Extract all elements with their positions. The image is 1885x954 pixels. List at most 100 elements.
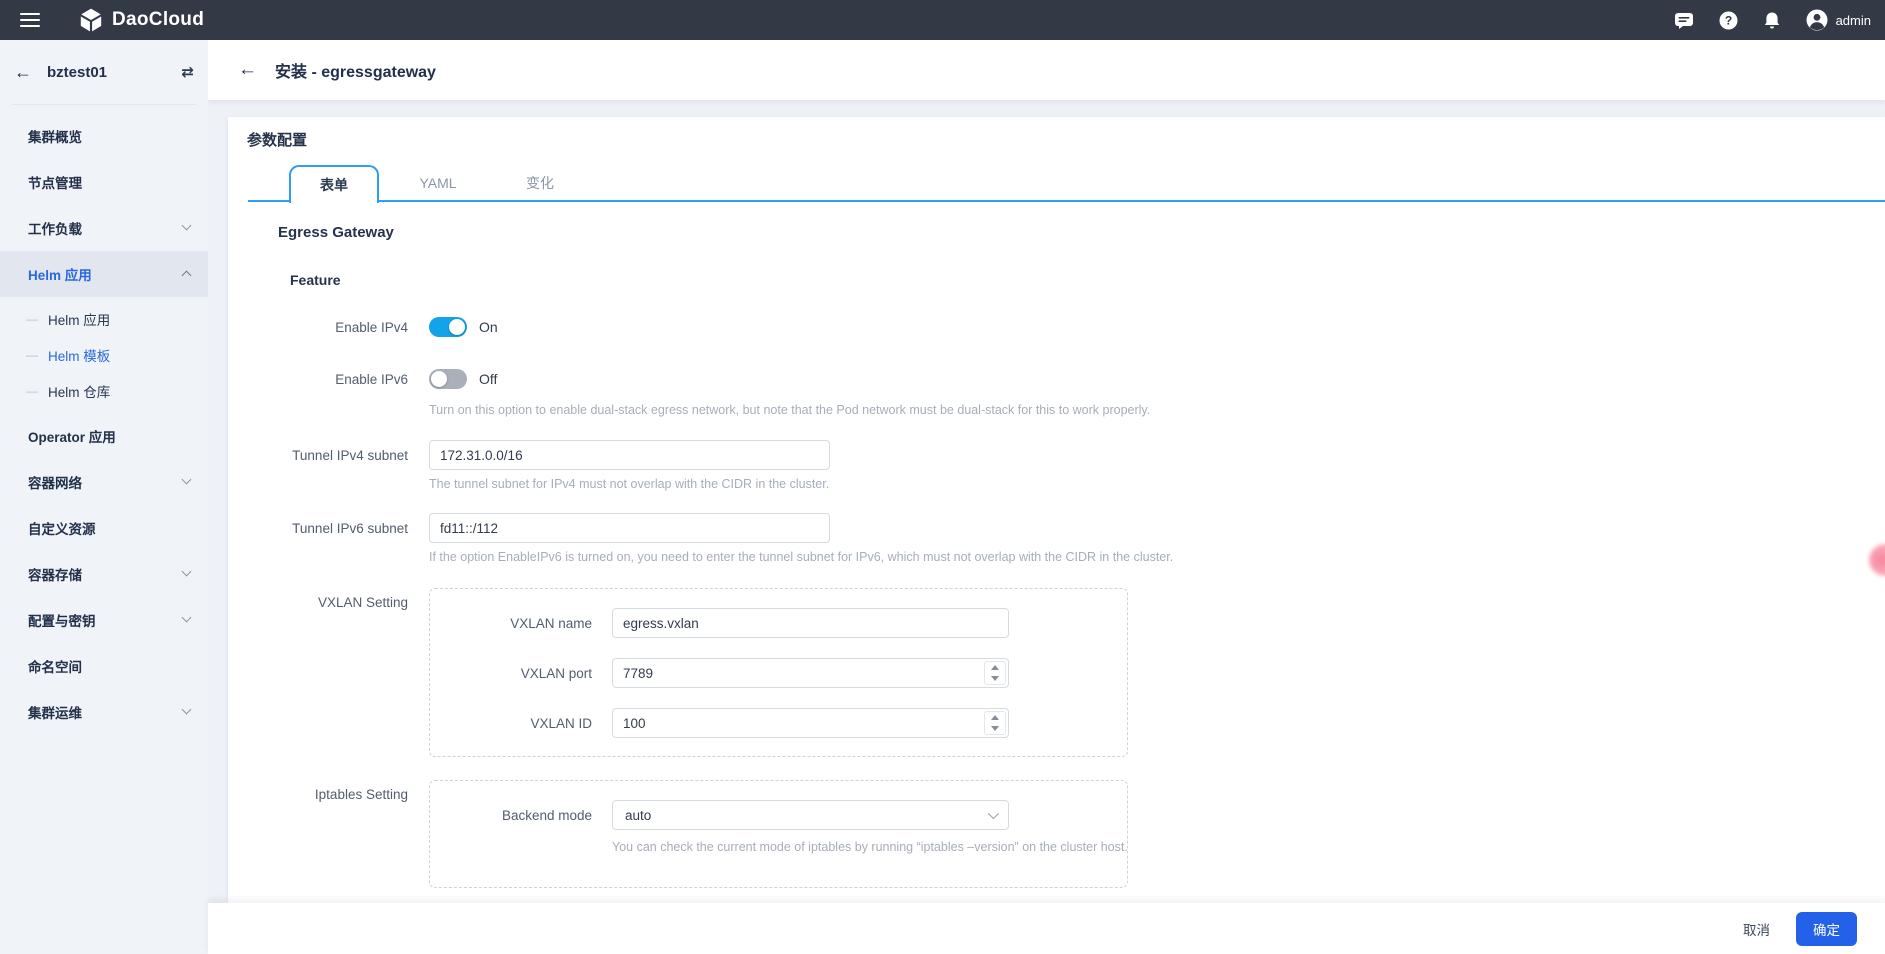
row-tunnel-ipv4: Tunnel IPv4 subnet — [228, 440, 1865, 470]
enable-ipv6-label: Enable IPv6 — [335, 371, 408, 387]
spinner-down-icon[interactable] — [985, 673, 1005, 684]
action-bar: 取消 确定 — [208, 903, 1885, 954]
sidebar-item-label: 集群运维 — [28, 706, 82, 721]
sidebar-item-label: 容器存储 — [28, 568, 82, 583]
chevron-down-icon — [181, 474, 192, 485]
vxlan-port-input[interactable] — [612, 658, 1009, 688]
config-panel: 参数配置 表单 YAML 变化 Egress Gateway Feature E… — [228, 117, 1885, 954]
sidebar-item-config-secrets[interactable]: 配置与密钥 — [0, 597, 208, 643]
section-title: Egress Gateway — [278, 224, 394, 241]
row-tunnel-ipv6: Tunnel IPv6 subnet — [228, 513, 1865, 543]
row-enable-ipv6: Enable IPv6 Off — [228, 365, 1865, 393]
vxlan-setting-label: VXLAN Setting — [317, 595, 408, 610]
page-title: 安装 - egressgateway — [275, 64, 436, 81]
vxlan-name-input[interactable] — [612, 608, 1009, 638]
confirm-button[interactable]: 确定 — [1796, 911, 1857, 946]
backend-mode-select[interactable]: auto — [612, 800, 1009, 830]
sidebar-item-label: Helm 应用 — [28, 268, 92, 283]
sidebar-item-operator-apps[interactable]: Operator 应用 — [0, 413, 208, 459]
back-arrow-icon[interactable]: ← — [14, 63, 32, 81]
tunnel-ipv4-label: Tunnel IPv4 subnet — [292, 447, 408, 463]
cluster-name: bztest01 — [47, 63, 108, 81]
tunnel-ipv6-helper: If the option EnableIPv6 is turned on, y… — [429, 550, 1174, 564]
tab-form[interactable]: 表单 — [289, 165, 379, 203]
sidebar-item-helm-apps[interactable]: Helm 应用 — [0, 251, 208, 297]
vxlan-port-stepper[interactable] — [984, 661, 1006, 685]
sidebar-nav: 集群概览 节点管理 工作负载 Helm 应用 Helm 应用 Helm 模板 H… — [0, 105, 208, 735]
row-vxlan-name: VXLAN name — [430, 608, 1127, 638]
vxlan-id-stepper[interactable] — [984, 711, 1006, 735]
spinner-up-icon[interactable] — [985, 662, 1005, 673]
username-label: admin — [1835, 12, 1871, 28]
backend-mode-helper: You can check the current mode of iptabl… — [612, 840, 1128, 854]
sidebar-item-workloads[interactable]: 工作负载 — [0, 205, 208, 251]
sidebar-subitem-helm-repos[interactable]: Helm 仓库 — [0, 373, 208, 409]
sidebar-item-container-network[interactable]: 容器网络 — [0, 459, 208, 505]
sidebar-item-custom-resources[interactable]: 自定义资源 — [0, 505, 208, 551]
chevron-down-icon — [181, 220, 192, 231]
tab-yaml[interactable]: YAML — [388, 165, 488, 201]
tunnel-ipv4-input[interactable] — [429, 440, 830, 470]
back-arrow-icon[interactable]: ← — [238, 59, 257, 81]
group-title: Feature — [290, 272, 341, 288]
enable-ipv4-toggle[interactable] — [429, 317, 467, 337]
sidebar-item-container-storage[interactable]: 容器存储 — [0, 551, 208, 597]
iptables-setting-box: Backend mode auto You can check the curr… — [429, 780, 1128, 888]
row-vxlan-port: VXLAN port — [430, 658, 1127, 688]
tunnel-ipv4-helper: The tunnel subnet for IPv4 must not over… — [429, 477, 830, 491]
tab-change[interactable]: 变化 — [490, 165, 590, 201]
sidebar-subitem-helm-apps[interactable]: Helm 应用 — [0, 301, 208, 337]
vxlan-setting-box: VXLAN name VXLAN port — [429, 588, 1128, 757]
sidebar-item-label: 工作负载 — [28, 222, 82, 237]
chevron-down-icon — [181, 566, 192, 577]
chevron-down-icon — [987, 807, 1000, 820]
svg-text:?: ? — [1724, 13, 1731, 27]
chevron-up-icon — [181, 270, 192, 281]
iptables-setting-label: Iptables Setting — [314, 787, 408, 802]
avatar-icon — [1806, 9, 1828, 31]
user-menu[interactable]: admin — [1806, 9, 1871, 31]
enable-ipv4-label: Enable IPv4 — [335, 319, 408, 335]
sidebar-subgroup-helm: Helm 应用 Helm 模板 Helm 仓库 — [0, 301, 208, 409]
brand-logo[interactable]: DaoCloud — [78, 7, 204, 33]
daocloud-cube-icon — [80, 8, 102, 32]
hamburger-menu-icon[interactable] — [20, 13, 40, 27]
chevron-down-icon — [181, 612, 192, 623]
page-header: ← 安装 - egressgateway — [208, 40, 1885, 100]
sidebar-item-label: 容器网络 — [28, 476, 82, 491]
cancel-button[interactable]: 取消 — [1743, 919, 1770, 939]
spinner-up-icon[interactable] — [985, 712, 1005, 723]
vxlan-port-label: VXLAN port — [520, 665, 592, 681]
enable-ipv6-description: Turn on this option to enable dual-stack… — [429, 403, 1151, 417]
row-vxlan-id: VXLAN ID — [430, 708, 1127, 738]
tunnel-ipv6-label: Tunnel IPv6 subnet — [292, 520, 408, 536]
help-icon[interactable]: ? — [1719, 11, 1738, 30]
row-enable-ipv4: Enable IPv4 On — [228, 313, 1865, 341]
sidebar-subitem-helm-templates[interactable]: Helm 模板 — [0, 337, 208, 373]
sidebar-item-node-management[interactable]: 节点管理 — [0, 159, 208, 205]
sidebar: ← bztest01 ⇄ 集群概览 节点管理 工作负载 Helm 应用 Helm… — [0, 40, 208, 954]
enable-ipv4-state: On — [479, 319, 498, 335]
vxlan-id-input[interactable] — [612, 708, 1009, 738]
switch-cluster-icon[interactable]: ⇄ — [181, 63, 194, 81]
enable-ipv6-state: Off — [479, 371, 498, 387]
sidebar-item-cluster-ops[interactable]: 集群运维 — [0, 689, 208, 735]
sidebar-header: ← bztest01 ⇄ — [0, 40, 208, 104]
row-backend-mode: Backend mode auto — [430, 800, 1127, 830]
backend-mode-value: auto — [625, 807, 652, 823]
sidebar-item-cluster-overview[interactable]: 集群概览 — [0, 113, 208, 159]
chevron-down-icon — [181, 704, 192, 715]
tunnel-ipv6-input[interactable] — [429, 513, 830, 543]
spinner-down-icon[interactable] — [985, 723, 1005, 734]
toggle-knob — [449, 319, 465, 335]
sidebar-item-namespaces[interactable]: 命名空间 — [0, 643, 208, 689]
bell-icon[interactable] — [1763, 11, 1781, 30]
toggle-knob — [431, 371, 447, 387]
panel-title: 参数配置 — [247, 132, 308, 149]
message-icon[interactable] — [1674, 12, 1694, 29]
top-navbar: DaoCloud ? admin — [0, 0, 1885, 40]
sidebar-item-label: 配置与密钥 — [28, 614, 96, 629]
backend-mode-label: Backend mode — [501, 807, 592, 823]
enable-ipv6-toggle[interactable] — [429, 369, 467, 389]
vxlan-name-label: VXLAN name — [510, 615, 592, 631]
